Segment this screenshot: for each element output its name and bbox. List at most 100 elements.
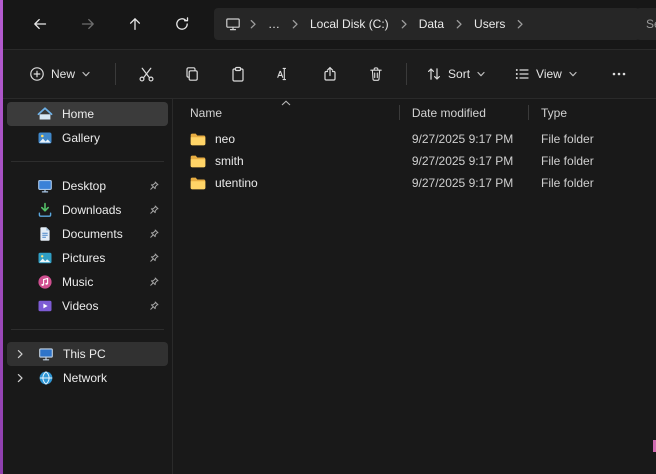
file-name-cell: utentino [173, 176, 400, 190]
sidebar-item-label: Network [63, 371, 107, 385]
sidebar: Home Gallery Desktop Downloads [3, 99, 172, 474]
sidebar-item-desktop[interactable]: Desktop [7, 174, 168, 198]
file-name: neo [215, 132, 235, 146]
column-label: Name [190, 106, 222, 120]
address-bar[interactable]: … Local Disk (C:) Data Users [214, 8, 640, 40]
chevron-down-icon [81, 69, 91, 79]
chevron-right-icon[interactable] [14, 372, 28, 384]
file-type-cell: File folder [529, 132, 656, 146]
videos-icon [37, 298, 53, 314]
file-type-cell: File folder [529, 176, 656, 190]
scissors-icon [138, 66, 155, 83]
arrow-up-icon [127, 16, 143, 32]
chevron-right-icon[interactable] [14, 348, 28, 360]
sidebar-item-gallery[interactable]: Gallery [7, 126, 168, 150]
more-options-button[interactable] [603, 58, 635, 90]
up-button[interactable] [119, 8, 151, 40]
sort-ascending-icon [281, 100, 291, 106]
copy-button[interactable] [176, 58, 208, 90]
new-button[interactable]: New [19, 58, 101, 90]
file-rows: neo 9/27/2025 9:17 PM File folder smith … [173, 126, 656, 194]
breadcrumb-chevron-icon[interactable] [397, 12, 411, 36]
file-row-smith[interactable]: smith 9/27/2025 9:17 PM File folder [173, 150, 656, 172]
search-input[interactable]: Se [636, 8, 656, 40]
file-type-cell: File folder [529, 154, 656, 168]
cut-button[interactable] [130, 58, 162, 90]
pin-icon [147, 252, 160, 265]
file-name: smith [215, 154, 244, 168]
sidebar-item-videos[interactable]: Videos [7, 294, 168, 318]
delete-button[interactable] [360, 58, 392, 90]
gallery-icon [37, 130, 53, 146]
refresh-icon [174, 16, 190, 32]
sort-icon [426, 66, 442, 82]
date-modified-cell: 9/27/2025 9:17 PM [400, 132, 529, 146]
breadcrumb-overflow[interactable]: … [260, 14, 288, 34]
file-row-neo[interactable]: neo 9/27/2025 9:17 PM File folder [173, 128, 656, 150]
view-button[interactable]: View [505, 58, 587, 90]
network-icon [38, 370, 54, 386]
breadcrumb-item-data[interactable]: Data [411, 14, 452, 34]
sort-label: Sort [448, 67, 470, 81]
pictures-icon [37, 250, 53, 266]
breadcrumb-item-local-disk[interactable]: Local Disk (C:) [302, 14, 397, 34]
breadcrumb-chevron-icon[interactable] [452, 12, 466, 36]
share-button[interactable] [314, 58, 346, 90]
sidebar-item-documents[interactable]: Documents [7, 222, 168, 246]
column-header-type[interactable]: Type [529, 99, 656, 126]
folder-icon [190, 155, 206, 168]
toolbar-divider [406, 63, 407, 85]
ellipsis-icon [611, 66, 627, 82]
breadcrumb-chevron-icon[interactable] [288, 12, 302, 36]
desktop-icon [37, 178, 53, 194]
folder-icon [190, 177, 206, 190]
window-edge-accent [0, 0, 3, 474]
breadcrumb-chevron-icon[interactable] [246, 12, 260, 36]
sidebar-item-home[interactable]: Home [7, 102, 168, 126]
trash-icon [368, 66, 384, 82]
sort-button[interactable]: Sort [417, 58, 495, 90]
date-modified-cell: 9/27/2025 9:17 PM [400, 154, 529, 168]
command-bar: New [3, 50, 656, 99]
sidebar-item-network[interactable]: Network [7, 366, 168, 390]
share-icon [322, 66, 338, 82]
column-label: Type [541, 106, 567, 120]
chevron-down-icon [476, 69, 486, 79]
sidebar-item-music[interactable]: Music [7, 270, 168, 294]
downloads-icon [37, 202, 53, 218]
forward-button[interactable] [72, 8, 104, 40]
rename-button[interactable] [268, 58, 300, 90]
column-header-date-modified[interactable]: Date modified [400, 99, 529, 126]
sidebar-item-this-pc[interactable]: This PC [7, 342, 168, 366]
pin-icon [147, 276, 160, 289]
paste-icon [230, 66, 246, 82]
this-pc-icon[interactable] [220, 12, 246, 36]
pin-icon [147, 180, 160, 193]
sidebar-item-label: Documents [62, 227, 123, 241]
sidebar-item-downloads[interactable]: Downloads [7, 198, 168, 222]
paste-button[interactable] [222, 58, 254, 90]
toolbar-divider [115, 63, 116, 85]
new-label: New [51, 67, 75, 81]
column-header-name[interactable]: Name [173, 99, 400, 126]
navigation-bar: … Local Disk (C:) Data Users Se [3, 0, 656, 50]
folder-icon [190, 133, 206, 146]
file-name-cell: neo [173, 132, 400, 146]
sidebar-item-label: Gallery [62, 131, 100, 145]
sidebar-divider [11, 329, 164, 330]
sidebar-item-label: Desktop [62, 179, 106, 193]
view-icon [514, 66, 530, 82]
back-button[interactable] [24, 8, 56, 40]
breadcrumb-item-users[interactable]: Users [466, 14, 513, 34]
chevron-down-icon [568, 69, 578, 79]
sidebar-item-pictures[interactable]: Pictures [7, 246, 168, 270]
this-pc-icon [38, 346, 54, 362]
sidebar-item-label: Videos [62, 299, 98, 313]
rename-icon [276, 66, 292, 82]
file-list-panel: Name Date modified Type neo 9/27/2025 9:… [172, 99, 656, 474]
file-explorer-window: … Local Disk (C:) Data Users Se [0, 0, 656, 474]
sidebar-divider [11, 161, 164, 162]
file-row-utentino[interactable]: utentino 9/27/2025 9:17 PM File folder [173, 172, 656, 194]
refresh-button[interactable] [166, 8, 198, 40]
breadcrumb-chevron-icon[interactable] [513, 12, 527, 36]
